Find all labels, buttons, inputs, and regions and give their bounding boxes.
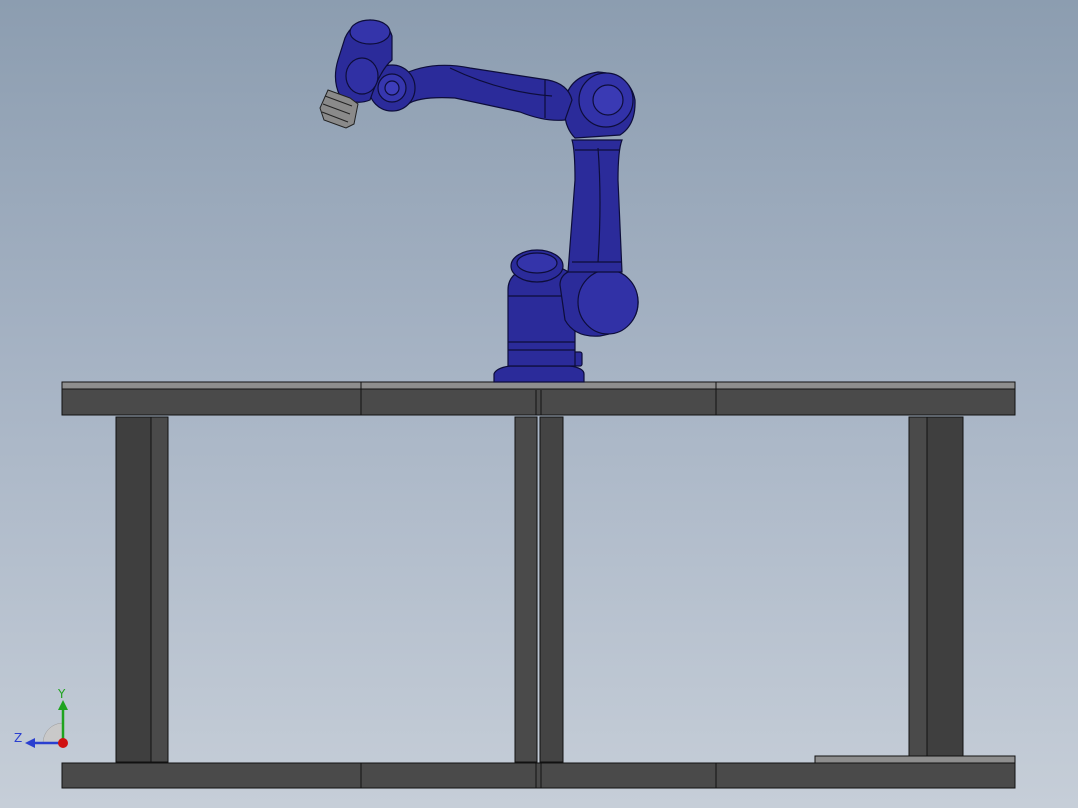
z-axis-arrow-icon (25, 738, 35, 748)
middle-leg-right (539, 416, 564, 763)
robot-base-flange (493, 365, 585, 383)
triad-y-label: Y (57, 687, 66, 701)
x-axis-point-icon (58, 738, 68, 748)
robot-upper-arm (567, 139, 623, 273)
base-top-cap-inner (516, 252, 558, 274)
shoulder-cap (577, 269, 639, 335)
triad-z-label: Z (14, 731, 22, 745)
right-leg-side (908, 416, 928, 763)
wrist-side-joint (345, 57, 379, 95)
graphics-viewport[interactable]: Y Z (0, 0, 1078, 808)
y-axis-arrow-icon (58, 700, 68, 710)
table-frame[interactable] (61, 381, 1016, 789)
model-scene[interactable] (0, 0, 1078, 808)
robot-forearm (399, 64, 573, 121)
elbow-cap-inner (592, 84, 624, 116)
wrist-head-cap (349, 19, 391, 45)
bottom-plate-step (814, 755, 1016, 764)
right-leg-front (926, 416, 964, 763)
table-top-beam (61, 388, 1016, 416)
middle-leg-left (514, 416, 538, 763)
left-leg-side (150, 416, 169, 763)
wrist-cap-inner (384, 80, 400, 96)
robot-arm[interactable] (334, 19, 639, 383)
orientation-triad[interactable]: Y Z (10, 686, 80, 756)
left-leg-front (115, 416, 152, 763)
table-bottom-beam (61, 762, 1016, 789)
